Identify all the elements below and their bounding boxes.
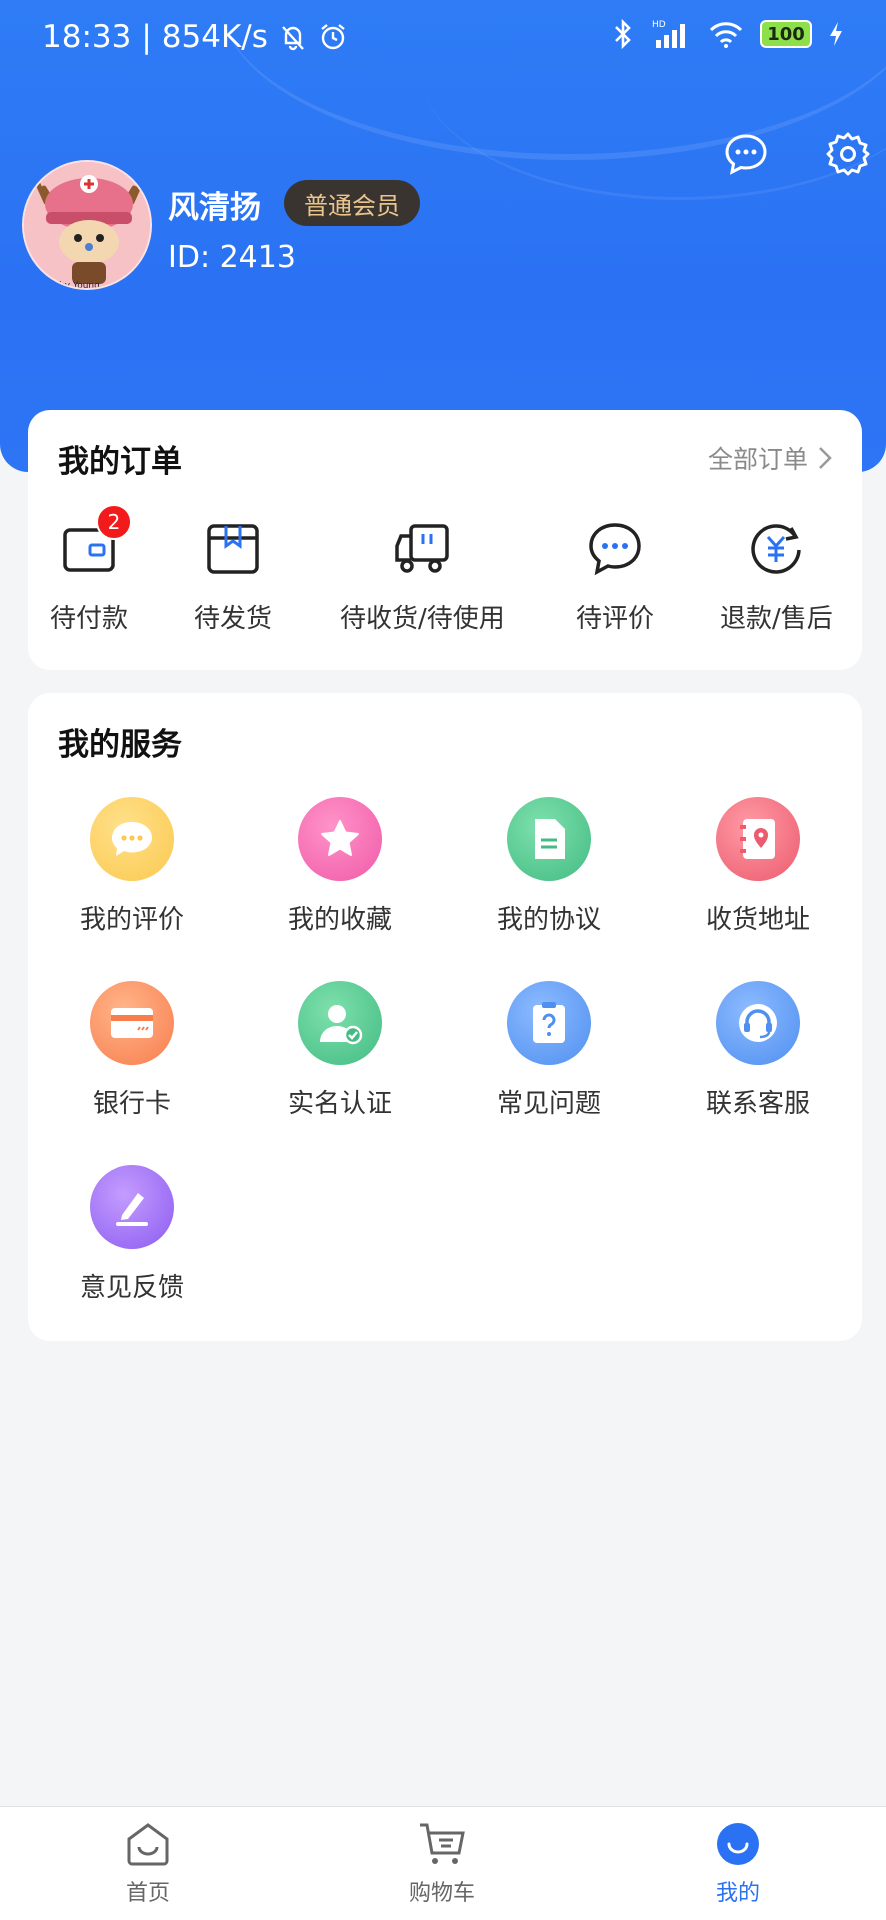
service-label: 我的评价 [79,905,184,935]
all-orders-link[interactable]: 全部订单 [708,440,832,476]
truck-icon [395,524,450,573]
order-item-pending-payment[interactable]: 2 待付款 [50,504,132,635]
order-item-to-ship[interactable]: 待发货 [194,520,272,635]
service-my-favorites[interactable]: 我的收藏 [250,797,430,936]
order-item-label: 待付款 [50,604,129,634]
service-icon-bg [90,797,174,881]
tab-label: 首页 [125,1881,170,1906]
all-orders-label: 全部订单 [707,445,808,474]
service-label: 收货地址 [705,905,810,935]
question-clipboard-icon [533,1002,565,1043]
home-icon [127,1823,169,1866]
bluetooth-icon [615,18,631,50]
service-icon-bg [90,1165,174,1249]
avatar[interactable]: esign by Young [22,160,152,290]
service-icon-bg [716,981,800,1065]
chat-bubble-icon [112,822,152,856]
service-label: 我的收藏 [287,905,392,935]
cart-icon [420,1823,465,1864]
service-my-reviews[interactable]: 我的评价 [42,797,222,936]
service-label: 银行卡 [92,1089,171,1119]
service-icon-bg [298,797,382,881]
service-contact-support[interactable]: 联系客服 [668,981,848,1120]
tab-home[interactable]: 首页 [68,1821,228,1907]
order-item-label: 退款/售后 [720,604,833,634]
status-separator: | [141,19,152,55]
refund-icon [751,524,802,574]
alarm-icon [321,24,345,50]
order-item-label: 待发货 [194,604,273,634]
battery-indicator: 100 [760,20,812,48]
service-icon-bg [507,981,591,1065]
my-orders-card: 我的订单 全部订单 2 待付款 待发货 待收货/待使用 待评价 退款/售后 [28,410,862,670]
service-icon-bg [507,797,591,881]
message-icon[interactable] [722,130,770,178]
tab-cart[interactable]: 购物车 [362,1821,522,1907]
bottom-tab-bar: 首页 购物车 我的 [0,1806,886,1920]
services-title: 我的服务 [58,727,182,763]
settings-gear-icon[interactable] [824,130,872,178]
service-icon-bg [90,981,174,1065]
order-item-to-review[interactable]: 待评价 [576,520,654,635]
svg-text:HD: HD [652,20,666,30]
tab-mine[interactable]: 我的 [658,1821,818,1907]
username: 风清扬 [168,190,261,226]
service-icon-bg [298,981,382,1065]
wifi-icon [709,22,743,48]
member-level-badge[interactable]: 普通会员 [284,180,420,226]
chevron-right-icon [819,447,832,469]
status-bar: 18:33 | 854K/s HD 100 [0,0,886,78]
profile-smile-icon [717,1823,759,1865]
service-bank-card[interactable]: 银行卡 [42,981,222,1120]
service-label: 实名认证 [287,1089,392,1119]
service-label: 常见问题 [496,1089,601,1119]
order-item-to-receive[interactable]: 待收货/待使用 [340,520,505,635]
order-item-refund[interactable]: 退款/售后 [720,520,833,635]
bell-mute-icon [282,26,304,51]
avatar-character-image: esign by Young [24,162,150,288]
tab-label: 我的 [715,1881,760,1906]
comment-icon [589,523,641,576]
service-label: 联系客服 [705,1089,810,1119]
charging-icon [830,22,842,46]
verified-user-icon [320,1005,363,1045]
service-label: 我的协议 [496,905,601,935]
service-faq[interactable]: 常见问题 [459,981,639,1120]
service-icon-bg [716,797,800,881]
package-icon [207,524,259,574]
status-time: 18:33 [42,19,132,55]
unpaid-count-badge: 2 [96,504,132,540]
orders-title: 我的订单 [58,444,182,480]
edit-pen-icon [116,1193,148,1226]
service-label: 意见反馈 [79,1273,184,1303]
bank-card-icon [111,1008,153,1038]
headset-icon [739,1004,777,1042]
order-item-label: 待收货/待使用 [340,604,505,634]
order-item-label: 待评价 [576,604,655,634]
service-real-name-verification[interactable]: 实名认证 [250,981,430,1120]
tab-label: 购物车 [408,1881,475,1906]
document-icon [535,819,565,859]
service-shipping-address[interactable]: 收货地址 [668,797,848,936]
network-speed: 854K/s [161,19,268,55]
service-feedback[interactable]: 意见反馈 [42,1165,222,1304]
star-icon [321,820,359,856]
address-book-icon [740,819,775,859]
signal-icon: HD [652,20,685,48]
user-id: ID: 2413 [168,240,296,275]
service-my-agreements[interactable]: 我的协议 [459,797,639,936]
